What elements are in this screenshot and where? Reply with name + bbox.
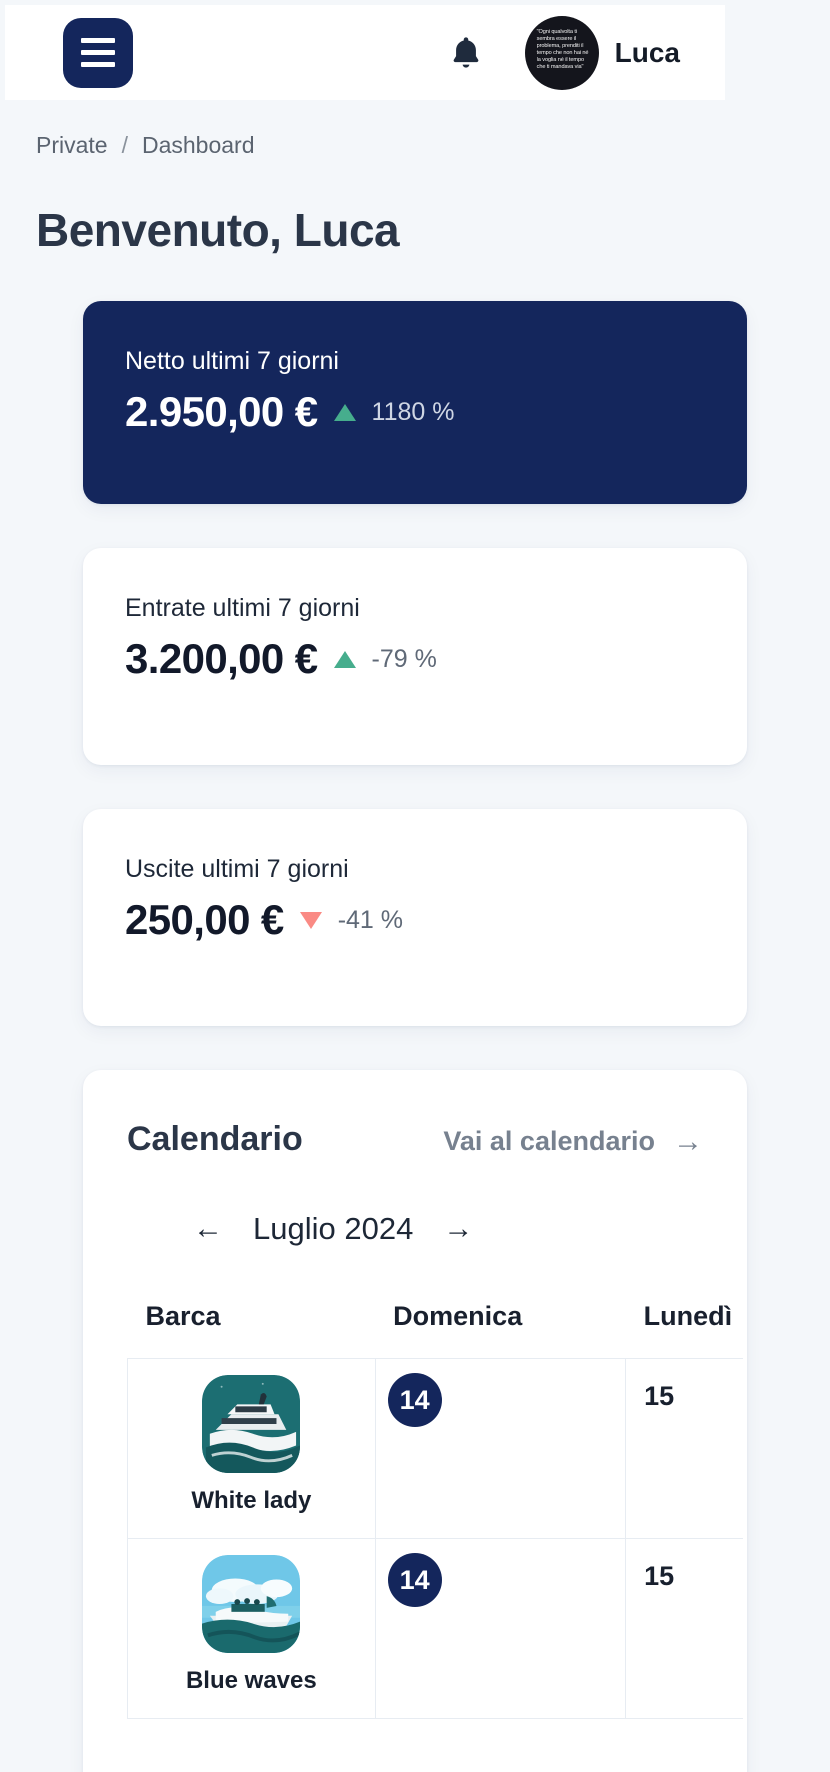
stat-value: 250,00 €	[125, 896, 284, 943]
day-number-today: 14	[387, 1373, 442, 1427]
stat-chart-area	[83, 442, 747, 504]
hamburger-line	[81, 38, 115, 43]
column-header-lunedi: Lunedì	[643, 1301, 733, 1331]
stat-label: Netto ultimi 7 giorni	[125, 347, 339, 375]
yacht-white-thumbnail-icon	[202, 1375, 301, 1473]
hamburger-line	[81, 62, 115, 67]
boat-cell[interactable]: White lady	[127, 1358, 376, 1539]
go-to-calendar-link[interactable]: Vai al calendario →	[443, 1126, 703, 1157]
top-bar: "Ogni qualvolta ti sembra essere il prob…	[5, 5, 725, 100]
stat-row: 2.950,00 € 1180 %	[83, 376, 747, 442]
trend-up-icon	[333, 650, 356, 668]
stat-delta: -41 %	[337, 905, 404, 934]
column-header-domenica: Domenica	[393, 1301, 523, 1331]
breadcrumb: Private / Dashboard	[0, 100, 830, 159]
avatar-quote-text: "Ogni qualvolta ti sembra essere il prob…	[536, 28, 589, 70]
stat-card-entrate: Entrate ultimi 7 giorni 3.200,00 € -79 %	[83, 548, 747, 765]
day-cell[interactable]: 15	[625, 1358, 743, 1539]
stat-card-netto: Netto ultimi 7 giorni 2.950,00 € 1180 %	[83, 301, 747, 504]
calendar-card: Calendario Vai al calendario → ← Luglio …	[83, 1070, 747, 1772]
boat-blue-thumbnail-icon	[202, 1555, 301, 1653]
stat-row: 250,00 € -41 %	[83, 884, 747, 950]
calendar-table: Barca Domenica Lunedì Martedì	[127, 1301, 743, 1719]
boat-name: Blue waves	[185, 1667, 317, 1694]
column-header-barca: Barca	[145, 1301, 221, 1331]
bell-icon[interactable]	[449, 33, 483, 73]
page-title: Benvenuto, Luca	[36, 204, 400, 256]
go-to-calendar-label: Vai al calendario	[443, 1126, 655, 1156]
arrow-right-icon: →	[673, 1124, 703, 1158]
stat-row: 3.200,00 € -79 %	[83, 623, 747, 689]
trend-down-icon	[299, 911, 322, 929]
hamburger-menu-icon[interactable]	[63, 17, 133, 88]
day-number: 15	[644, 1561, 675, 1591]
stat-value: 3.200,00 €	[125, 635, 318, 682]
stat-chart-area	[83, 689, 747, 765]
prev-month-button[interactable]: ←	[193, 1214, 223, 1244]
stat-label: Entrate ultimi 7 giorni	[125, 594, 360, 622]
stat-delta: 1180 %	[371, 397, 455, 426]
day-cell[interactable]: 14	[374, 1538, 627, 1719]
table-row: White lady 14 15 16	[127, 1358, 743, 1539]
breadcrumb-separator: /	[121, 132, 128, 158]
stat-chart-area	[83, 950, 747, 1026]
breadcrumb-item-dashboard[interactable]: Dashboard	[142, 132, 255, 159]
stat-label: Uscite ultimi 7 giorni	[125, 855, 349, 883]
stat-card-uscite: Uscite ultimi 7 giorni 250,00 € -41 %	[83, 809, 747, 1026]
month-navigation: ← Luglio 2024 →	[83, 1159, 747, 1247]
top-bar-right: "Ogni qualvolta ti sembra essere il prob…	[449, 15, 725, 90]
boat-name: White lady	[191, 1487, 312, 1514]
day-number: 15	[644, 1381, 675, 1411]
avatar[interactable]: "Ogni qualvolta ti sembra essere il prob…	[524, 15, 599, 90]
username-label: Luca	[614, 36, 680, 68]
table-row: Blue waves 14 15 16	[127, 1538, 743, 1719]
day-cell[interactable]: 14	[374, 1358, 627, 1539]
dashboard-page: "Ogni qualvolta ti sembra essere il prob…	[0, 0, 830, 1772]
boat-cell[interactable]: Blue waves	[127, 1538, 376, 1719]
calendar-title: Calendario	[127, 1120, 303, 1158]
stat-delta: -79 %	[371, 644, 437, 673]
calendar-table-scroll[interactable]: Barca Domenica Lunedì Martedì	[127, 1247, 743, 1719]
main-content: Private / Dashboard Benvenuto, Luca Nett…	[0, 100, 830, 1772]
hamburger-line	[81, 50, 115, 55]
next-month-button[interactable]: →	[443, 1214, 473, 1244]
month-label: Luglio 2024	[253, 1211, 414, 1246]
day-cell[interactable]: 15	[625, 1538, 743, 1719]
calendar-header-row: Barca Domenica Lunedì Martedì	[128, 1301, 744, 1359]
calendar-header: Calendario Vai al calendario →	[83, 1070, 747, 1159]
trend-up-icon	[333, 403, 356, 421]
breadcrumb-item-private[interactable]: Private	[36, 132, 108, 159]
day-number-today: 14	[387, 1553, 442, 1607]
stat-value: 2.950,00 €	[125, 388, 318, 435]
